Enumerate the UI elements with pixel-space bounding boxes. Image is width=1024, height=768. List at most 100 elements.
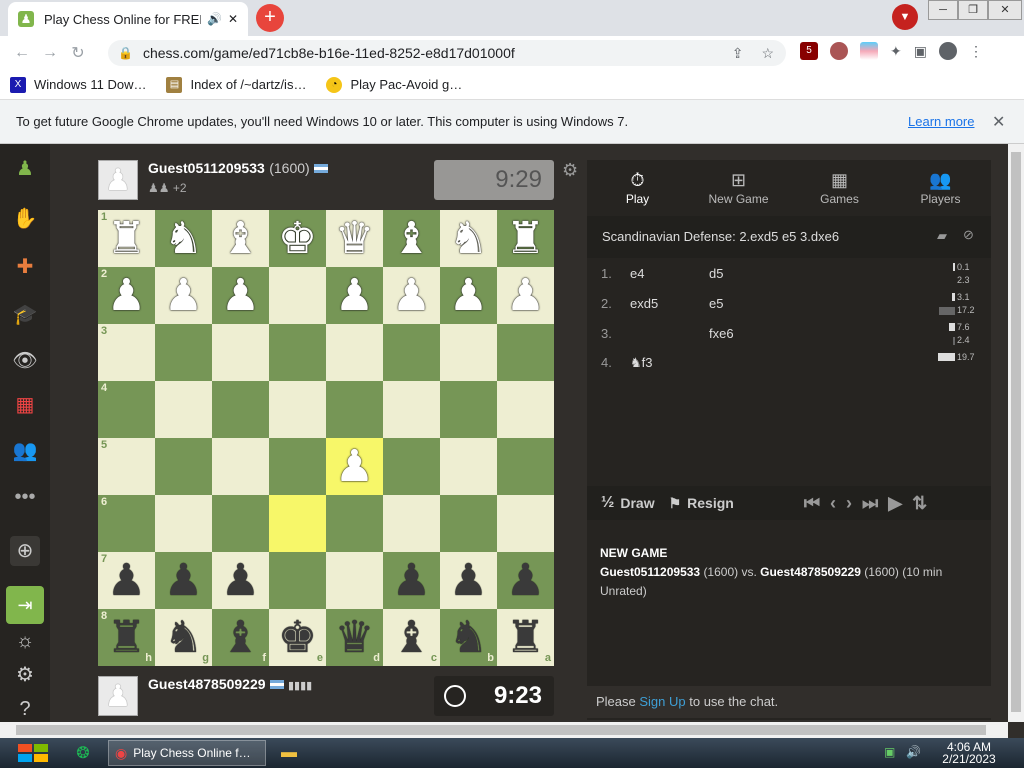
chrome-taskbar-button[interactable]: ◉ Play Chess Online f… <box>108 740 266 766</box>
board-square[interactable] <box>212 495 269 552</box>
bookmark-item[interactable]: ◔ Play Pac-Avoid g… <box>326 76 462 93</box>
white-piece-pawn[interactable]: ♟ <box>221 267 260 324</box>
board-square[interactable]: ♟ <box>326 438 383 495</box>
white-piece-pawn[interactable]: ♟ <box>107 267 146 324</box>
last-move-icon[interactable]: ⏭ <box>862 493 878 514</box>
avatar[interactable]: ♟ <box>98 676 138 716</box>
white-piece-pawn[interactable]: ♟ <box>335 438 374 495</box>
minimize-button[interactable]: ─ <box>928 0 958 20</box>
scroll-thumb[interactable] <box>1011 152 1021 712</box>
white-piece-bishop[interactable]: ♝ <box>392 210 431 267</box>
black-piece-pawn[interactable]: ♟ <box>107 552 146 609</box>
first-move-icon[interactable]: ⏮ <box>804 493 820 514</box>
bookmark-item[interactable]: X Windows 11 Dow… <box>10 76 146 93</box>
board-square[interactable]: d ♛ <box>326 609 383 666</box>
board-square[interactable]: ♟ <box>497 552 554 609</box>
white-player-name[interactable]: Guest0511209533 <box>600 565 700 579</box>
white-piece-king[interactable]: ♚ <box>278 210 317 267</box>
board-square[interactable] <box>269 381 326 438</box>
board-square[interactable]: ♟ <box>440 552 497 609</box>
next-move-icon[interactable]: › <box>846 493 852 514</box>
sidepanel-icon[interactable]: ▣ <box>914 43 927 60</box>
board-square[interactable]: ♟ <box>383 552 440 609</box>
start-button[interactable] <box>8 738 48 768</box>
ublock-extension-icon[interactable]: 5 <box>800 42 818 60</box>
play-icon[interactable]: ✋ <box>10 204 40 234</box>
white-move[interactable]: e4 <box>630 266 644 281</box>
white-piece-pawn[interactable]: ♟ <box>392 267 431 324</box>
black-piece-pawn[interactable]: ♟ <box>449 552 488 609</box>
lock-icon[interactable]: 🔒 <box>118 46 133 60</box>
board-square[interactable]: 7 ♟ <box>98 552 155 609</box>
board-square[interactable] <box>212 381 269 438</box>
board-square[interactable] <box>383 438 440 495</box>
profile-icon[interactable] <box>938 42 957 60</box>
chesscom-logo-icon[interactable]: ♟ <box>10 154 40 184</box>
board-square[interactable]: g ♞ <box>155 609 212 666</box>
board-square[interactable]: a ♜ <box>497 609 554 666</box>
board-square[interactable] <box>269 267 326 324</box>
board-square[interactable]: 3 <box>98 324 155 381</box>
social-icon[interactable]: 👥 <box>10 436 40 466</box>
puzzles-icon[interactable]: ✚ <box>10 252 40 282</box>
volume-icon[interactable]: 🔊 <box>906 745 921 759</box>
white-piece-knight[interactable]: ♞ <box>449 210 488 267</box>
board-settings-icon[interactable]: ⚙ <box>562 160 578 181</box>
book-icon[interactable]: ▰ <box>937 228 947 244</box>
white-piece-rook[interactable]: ♜ <box>107 210 146 267</box>
extension-icon[interactable] <box>830 42 848 60</box>
news-icon[interactable]: ▦ <box>10 390 40 420</box>
black-piece-pawn[interactable]: ♟ <box>164 552 203 609</box>
board-square[interactable] <box>326 552 383 609</box>
tab-players[interactable]: 👥 Players <box>890 160 991 216</box>
browser-tab[interactable]: ♟ Play Chess Online for FREE 🔊 ✕ <box>8 2 248 36</box>
learn-more-link[interactable]: Learn more <box>908 114 974 129</box>
tab-search-button[interactable]: ▼ <box>892 4 918 30</box>
black-piece-queen[interactable]: ♛ <box>335 609 374 666</box>
play-icon[interactable]: ▶ <box>888 493 902 514</box>
board-square[interactable]: ♟ <box>155 552 212 609</box>
window-close-button[interactable]: ✕ <box>988 0 1022 20</box>
board-square[interactable]: ♞ <box>155 210 212 267</box>
black-move[interactable]: d5 <box>709 266 723 281</box>
tab-new-game[interactable]: ⊞ New Game <box>688 160 789 216</box>
board-square[interactable]: 4 <box>98 381 155 438</box>
bookmark-star-icon[interactable]: ☆ <box>761 45 774 62</box>
black-piece-bishop[interactable]: ♝ <box>392 609 431 666</box>
flip-board-icon[interactable]: ⇅ <box>912 493 927 514</box>
board-square[interactable] <box>497 324 554 381</box>
board-square[interactable]: ♟ <box>326 267 383 324</box>
infobar-close-icon[interactable]: ✕ <box>992 112 1005 132</box>
board-square[interactable] <box>440 438 497 495</box>
learn-icon[interactable]: 🎓 <box>10 300 40 330</box>
tab-games[interactable]: ▦ Games <box>789 160 890 216</box>
board-square[interactable] <box>440 495 497 552</box>
compass-icon[interactable]: ⊘ <box>963 227 974 243</box>
more-icon[interactable]: ••• <box>10 482 40 512</box>
vertical-scrollbar[interactable] <box>1008 144 1024 722</box>
board-square[interactable]: ♜ <box>497 210 554 267</box>
black-move[interactable]: fxe6 <box>709 326 734 341</box>
black-move[interactable]: e5 <box>709 296 723 311</box>
white-piece-queen[interactable]: ♛ <box>335 210 374 267</box>
board-square[interactable]: e ♚ <box>269 609 326 666</box>
forward-icon[interactable]: → <box>36 44 64 62</box>
board-square[interactable] <box>269 324 326 381</box>
black-piece-pawn[interactable]: ♟ <box>392 552 431 609</box>
resign-button[interactable]: ⚑ Resign <box>669 495 734 512</box>
horizontal-scrollbar[interactable] <box>0 722 1008 738</box>
board-square[interactable] <box>155 324 212 381</box>
black-piece-pawn[interactable]: ♟ <box>221 552 260 609</box>
board-square[interactable]: 1 ♜ <box>98 210 155 267</box>
scroll-thumb[interactable] <box>16 725 986 735</box>
clock-date[interactable]: 2/21/2023 <box>938 752 1000 766</box>
white-piece-pawn[interactable]: ♟ <box>449 267 488 324</box>
board-square[interactable] <box>326 495 383 552</box>
theme-icon[interactable]: ☼ <box>10 626 40 656</box>
sign-up-link[interactable]: Sign Up <box>639 694 685 709</box>
board-square[interactable]: 6 <box>98 495 155 552</box>
board-square[interactable] <box>155 438 212 495</box>
chess-board[interactable]: 1 ♜ ♞ ♝ ♚ ♛ ♝ ♞ ♜ 2 ♟ ♟ ♟ ♟ ♟ ♟ ♟ 3 4 5 ♟ 6 7 ♟ ♟ ♟ ♟ ♟ ♟ 8 h ♜ g ♞ f ♝ e ♚ d ♛… <box>98 210 554 666</box>
white-piece-knight[interactable]: ♞ <box>164 210 203 267</box>
player-name[interactable]: Guest0511209533 <box>148 160 265 176</box>
